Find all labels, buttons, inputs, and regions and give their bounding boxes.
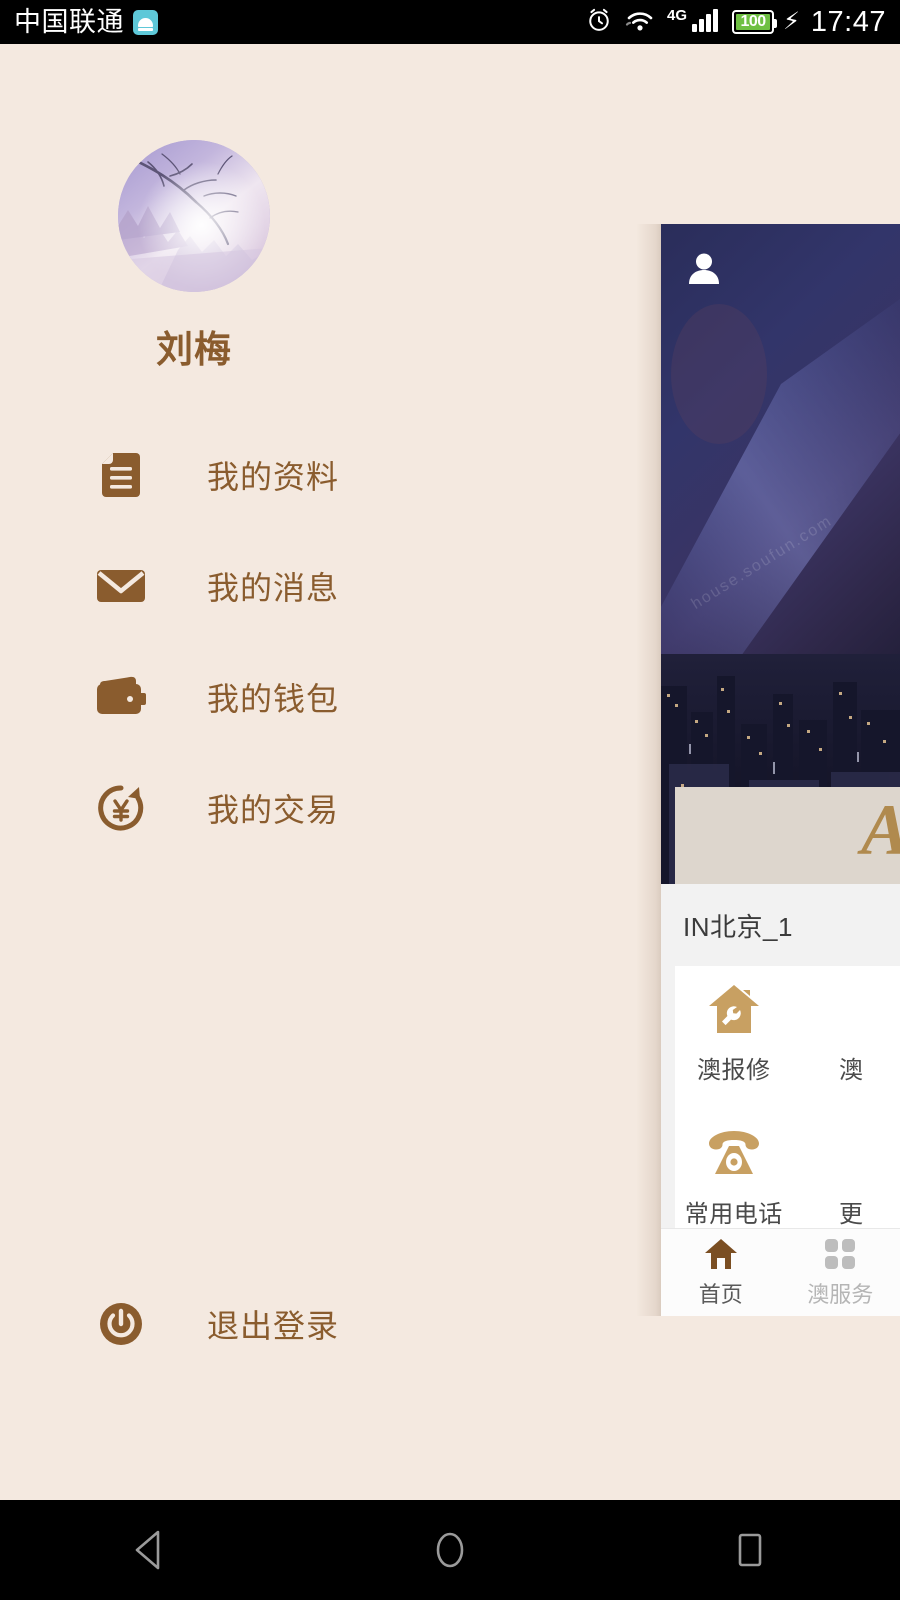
logout-button[interactable]: 退出登录 xyxy=(0,1299,500,1349)
telephone-icon xyxy=(705,1124,763,1182)
sidebar-item-label: 我的资料 xyxy=(207,458,340,495)
cellular-signal-icon xyxy=(691,7,721,38)
avatar[interactable] xyxy=(118,140,270,292)
home-circle-icon xyxy=(429,1528,471,1572)
person-icon[interactable] xyxy=(685,250,723,288)
sidebar-item-label: 我的交易 xyxy=(207,791,340,828)
nav-back-button[interactable] xyxy=(90,1500,210,1600)
community-name-label: IN北京_1 xyxy=(683,911,793,942)
grid-icon xyxy=(822,1237,858,1271)
android-robot-icon xyxy=(133,9,158,35)
service-grid-card: 澳报修 澳 常用电话 更 xyxy=(675,966,900,1268)
sidebar-item-my-transactions[interactable]: 我的交易 xyxy=(0,752,500,863)
battery-level-label: 100 xyxy=(740,13,766,30)
house-repair-icon xyxy=(705,980,763,1038)
clock-label: 17:47 xyxy=(810,5,886,38)
sidebar-item-label: 我的消息 xyxy=(207,569,340,606)
nav-home-button[interactable] xyxy=(390,1500,510,1600)
alarm-clock-icon xyxy=(585,6,613,39)
status-bar: 中国联通 4G 100 ⚡ 17:47 xyxy=(0,0,900,44)
service-label: 常用电话 xyxy=(684,1201,783,1228)
back-triangle-icon xyxy=(129,1528,171,1572)
service-label: 更 xyxy=(839,1201,864,1228)
tab-services[interactable]: 澳服务 xyxy=(781,1229,900,1316)
panel-shadow xyxy=(636,224,664,1316)
brand-letter: A xyxy=(861,794,900,866)
bottom-tab-bar: 首页 澳服务 xyxy=(661,1228,900,1316)
brand-card: A xyxy=(675,787,900,884)
hero-banner: house.soufun.com soufun.com A xyxy=(661,224,900,884)
app-content-panel[interactable]: house.soufun.com soufun.com A IN北京_1 xyxy=(661,224,900,1316)
service-label: 澳报修 xyxy=(697,1057,771,1084)
more-icon-partial xyxy=(822,1124,880,1182)
community-selector[interactable]: IN北京_1 xyxy=(661,884,900,966)
home-icon xyxy=(703,1237,739,1271)
status-bar-right: 4G 100 ⚡ 17:47 xyxy=(585,6,886,39)
logout-label: 退出登录 xyxy=(207,1308,340,1344)
tab-home[interactable]: 首页 xyxy=(661,1229,781,1316)
profile-name: 刘梅 xyxy=(156,329,232,370)
battery-icon: 100 xyxy=(732,10,778,34)
yuan-refresh-icon xyxy=(96,783,146,833)
tab-label: 首页 xyxy=(698,1281,743,1307)
sidebar-item-label: 我的钱包 xyxy=(207,680,340,717)
service-item-partial-2[interactable]: 澳 xyxy=(793,980,900,1124)
nav-recents-button[interactable] xyxy=(690,1500,810,1600)
service-icon-partial xyxy=(822,980,880,1038)
drawer-menu: 我的资料 我的消息 我的钱包 我的交易 xyxy=(0,419,500,863)
tab-label: 澳服务 xyxy=(807,1281,874,1307)
sidebar-item-my-messages[interactable]: 我的消息 xyxy=(0,530,500,641)
service-label: 澳 xyxy=(839,1057,864,1084)
envelope-icon xyxy=(96,561,146,611)
wallet-icon xyxy=(96,672,146,722)
carrier-label: 中国联通 xyxy=(14,6,124,37)
recents-square-icon xyxy=(729,1528,771,1572)
sidebar-item-my-profile[interactable]: 我的资料 xyxy=(0,419,500,530)
document-icon xyxy=(96,450,146,500)
service-item-baoxiu[interactable]: 澳报修 xyxy=(675,980,793,1124)
wifi-icon xyxy=(624,7,656,38)
sidebar-item-my-wallet[interactable]: 我的钱包 xyxy=(0,641,500,752)
android-nav-bar xyxy=(0,1500,900,1600)
lightning-bolt-icon: ⚡ xyxy=(783,8,800,35)
status-bar-left: 中国联通 xyxy=(14,6,158,37)
service-grid: 澳报修 澳 常用电话 更 xyxy=(675,980,900,1268)
power-icon xyxy=(96,1299,146,1349)
network-type-label: 4G xyxy=(667,6,688,24)
